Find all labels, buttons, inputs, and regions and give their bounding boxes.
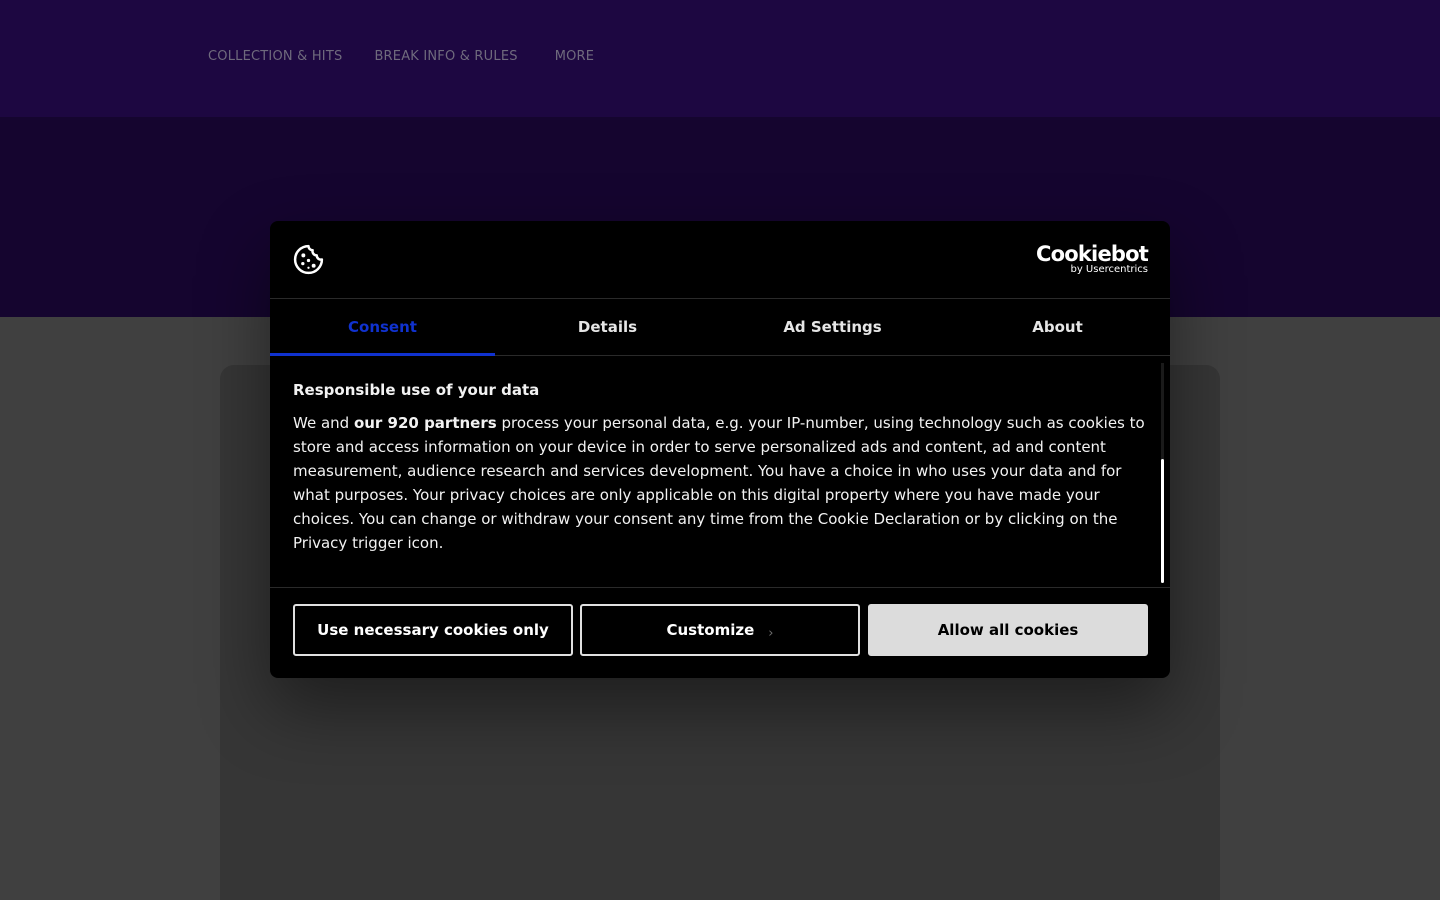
- consent-title: Responsible use of your data: [293, 381, 540, 399]
- nav-links: COLLECTION & HITS BREAK INFO & RULES MOR…: [208, 49, 594, 64]
- cookie-icon: [293, 244, 324, 275]
- brand-name: Cookiebot: [1036, 242, 1149, 266]
- text-fade: [270, 547, 1170, 587]
- customize-button[interactable]: Customize ›: [580, 604, 860, 656]
- dialog-header: Cookiebot by Usercentrics: [270, 221, 1170, 299]
- tab-about[interactable]: About: [945, 299, 1170, 355]
- partners-link[interactable]: our 920 partners: [354, 414, 497, 432]
- scrollbar[interactable]: [1161, 363, 1164, 583]
- chevron-right-icon: ›: [768, 625, 774, 641]
- nav-link-more[interactable]: MORE: [555, 49, 595, 64]
- customize-label: Customize: [666, 621, 755, 639]
- cookie-consent-dialog: Cookiebot by Usercentrics Consent Detail…: [270, 221, 1170, 678]
- dialog-footer: Use necessary cookies only Customize › A…: [270, 587, 1170, 678]
- nav-link-break-info-rules[interactable]: BREAK INFO & RULES: [374, 49, 517, 64]
- tab-consent[interactable]: Consent: [270, 299, 495, 356]
- scrollbar-thumb[interactable]: [1161, 459, 1164, 583]
- necessary-cookies-button[interactable]: Use necessary cookies only: [293, 604, 573, 656]
- cookiebot-logo: Cookiebot by Usercentrics: [1036, 242, 1149, 275]
- allow-all-label: Allow all cookies: [937, 621, 1079, 639]
- top-navigation: COLLECTION & HITS BREAK INFO & RULES MOR…: [0, 0, 1440, 117]
- nav-link-collection-hits[interactable]: COLLECTION & HITS: [208, 49, 342, 64]
- consent-paragraph: We and our 920 partners process your per…: [293, 411, 1148, 555]
- consent-body: Responsible use of your data We and our …: [270, 357, 1170, 587]
- necessary-cookies-label: Use necessary cookies only: [317, 621, 549, 639]
- para-text-start: We and: [293, 414, 354, 432]
- para-text-end: process your personal data, e.g. your IP…: [293, 414, 1145, 552]
- tab-ad-settings[interactable]: Ad Settings: [720, 299, 945, 355]
- consent-text: Responsible use of your data We and our …: [293, 379, 1148, 555]
- tab-details[interactable]: Details: [495, 299, 720, 355]
- dialog-tabs: Consent Details Ad Settings About: [270, 299, 1170, 356]
- allow-all-cookies-button[interactable]: Allow all cookies: [868, 604, 1148, 656]
- brand-sub: by Usercentrics: [1070, 264, 1148, 275]
